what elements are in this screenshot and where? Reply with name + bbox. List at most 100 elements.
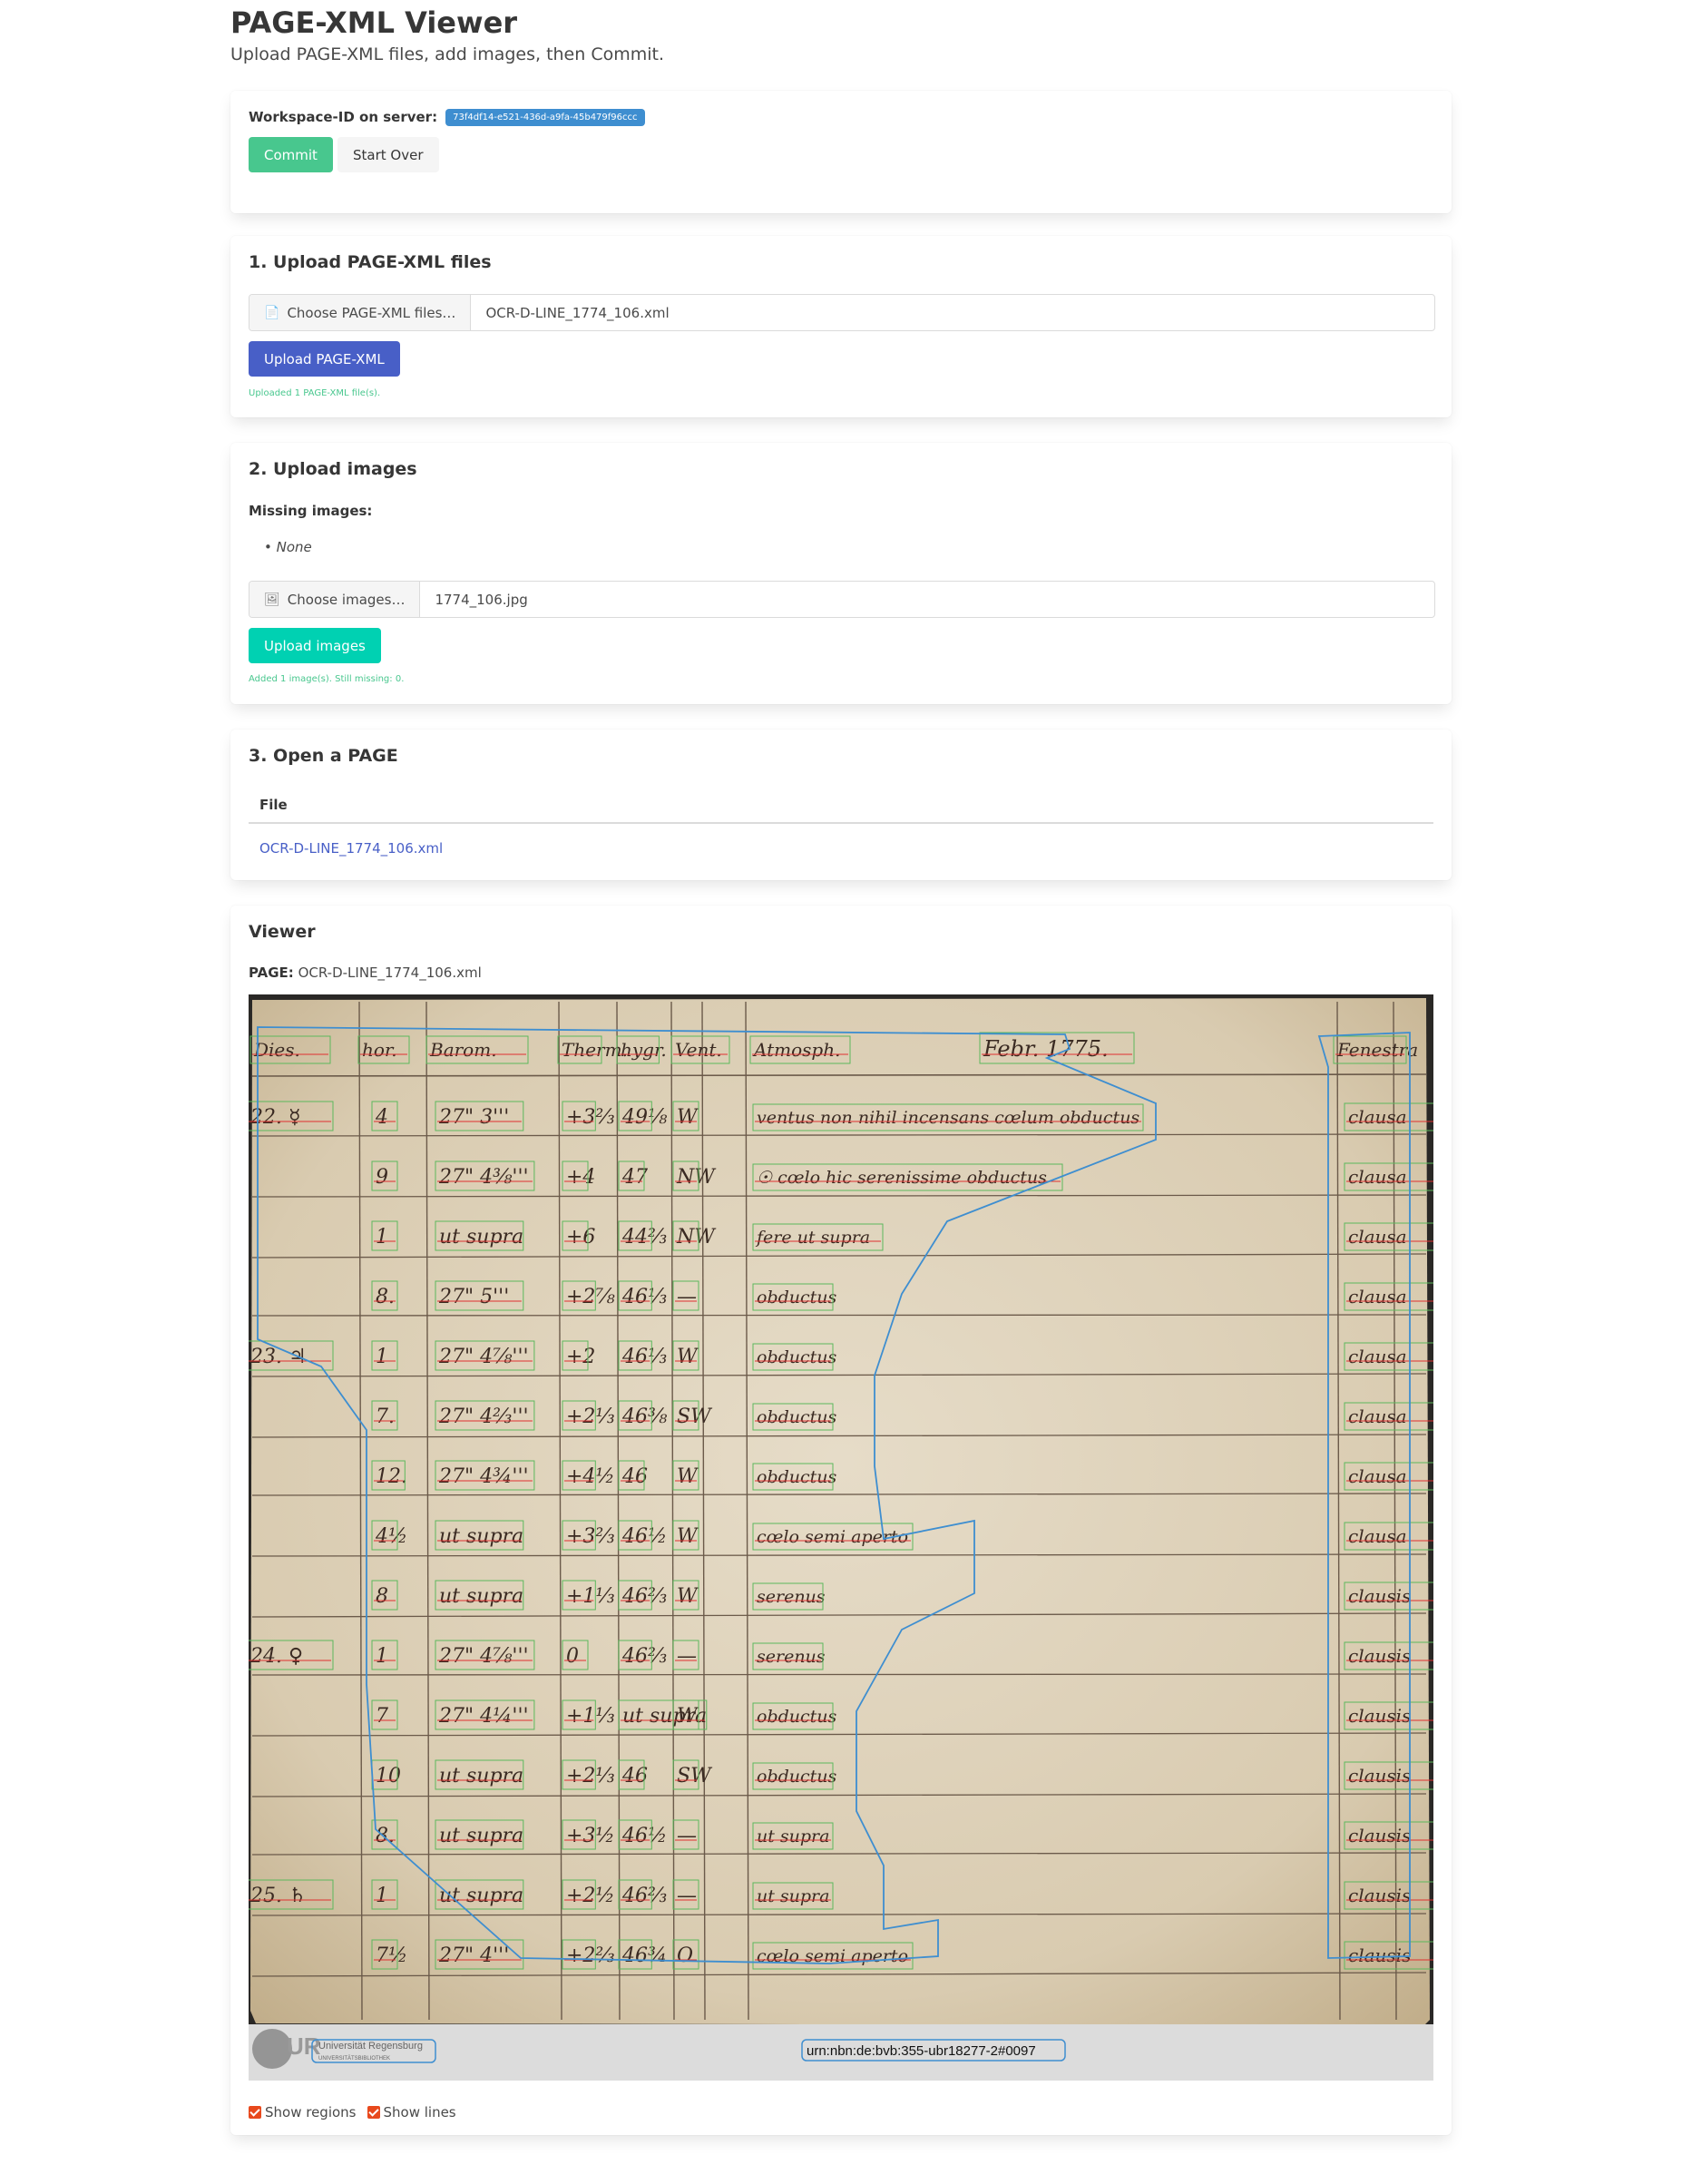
table-cell-atm: serenus: [757, 1647, 826, 1667]
files-table: File OCR-D-LINE_1774_106.xml: [249, 797, 1433, 873]
workspace-id-row: Workspace-ID on server: 73f4df14-e521-43…: [249, 108, 1433, 126]
table-cell-therm: 0: [566, 1645, 579, 1668]
table-cell-fenestra: clausis: [1348, 1825, 1411, 1846]
show-regions-checkbox[interactable]: [249, 2106, 261, 2119]
table-cell-hygr: 46½: [621, 1825, 667, 1847]
start-over-button[interactable]: Start Over: [337, 137, 439, 172]
table-row: OCR-D-LINE_1774_106.xml: [249, 823, 1433, 873]
table-cell-fenestra: clausis: [1348, 1645, 1411, 1667]
table-cell-hygr: 46½: [621, 1525, 667, 1548]
table-cell-fenestra: clausa: [1348, 1286, 1407, 1307]
table-cell-hygr: 46⅔: [621, 1585, 667, 1608]
table-cell-hor: 1: [376, 1226, 388, 1249]
table-cell-vent: W: [677, 1465, 699, 1488]
table-cell-hor: 1: [376, 1885, 388, 1907]
images-file-input[interactable]: 🖼 Choose images… 1774_106.jpg: [249, 581, 1435, 618]
upload-xml-title: 1. Upload PAGE-XML files: [249, 252, 492, 272]
xml-choose-button[interactable]: 📄 Choose PAGE-XML files…: [249, 295, 472, 330]
file-icon: 📄: [264, 305, 280, 320]
upload-images-button[interactable]: Upload images: [249, 628, 381, 663]
table-cell-hygr: 46⅔: [621, 1645, 667, 1668]
open-page-title: 3. Open a PAGE: [249, 746, 398, 766]
workspace-box: Workspace-ID on server: 73f4df14-e521-43…: [230, 91, 1452, 213]
table-cell-therm: +3½: [566, 1825, 615, 1847]
workspace-id-label: Workspace-ID on server:: [249, 109, 438, 125]
open-page-box: 3. Open a PAGE File OCR-D-LINE_1774_106.…: [230, 730, 1452, 880]
table-cell-therm: +3⅔: [566, 1106, 615, 1129]
table-cell-therm: +2⅓: [566, 1405, 615, 1428]
table-cell-hor: 1: [376, 1346, 388, 1368]
table-cell-hor: 9: [376, 1166, 388, 1189]
upload-xml-status: Uploaded 1 PAGE-XML file(s).: [249, 388, 381, 398]
overlay-toggles: Show regions Show lines: [249, 2104, 456, 2120]
show-regions-label[interactable]: Show regions: [265, 2104, 357, 2120]
file-link[interactable]: OCR-D-LINE_1774_106.xml: [249, 823, 1433, 873]
table-cell-day: 25. ♄: [249, 1885, 307, 1907]
table-cell-vent: O: [677, 1944, 693, 1967]
table-cell-bar: 27" 4¼''': [438, 1705, 529, 1728]
missing-images-label: Missing images:: [249, 503, 373, 519]
table-cell-bar: ut supra: [439, 1765, 523, 1787]
viewer-title: Viewer: [249, 922, 316, 942]
page-title: PAGE-XML Viewer: [230, 5, 518, 40]
table-cell-vent: NW: [676, 1166, 717, 1189]
table-cell-vent: SW: [677, 1765, 713, 1787]
images-choose-button[interactable]: 🖼 Choose images…: [249, 582, 421, 617]
upload-xml-box: 1. Upload PAGE-XML files 📄 Choose PAGE-X…: [230, 236, 1452, 417]
footer-urn: urn:nbn:de:bvb:355-ubr18277-2#0097: [807, 2043, 1036, 2059]
table-cell-fenestra: clausis: [1348, 1585, 1411, 1607]
table-cell-hor: 1: [376, 1645, 388, 1668]
show-lines-checkbox[interactable]: [367, 2106, 380, 2119]
table-cell-hor: 7½: [376, 1944, 407, 1967]
table-cell-bar: ut supra: [439, 1525, 523, 1548]
table-cell-fenestra: clausa: [1348, 1346, 1407, 1367]
page-image-viewer[interactable]: UR Universität Regensburg UNIVERSITÄTSBI…: [249, 994, 1433, 2081]
show-lines-label[interactable]: Show lines: [384, 2104, 456, 2120]
table-cell-atm: obductus: [757, 1707, 837, 1727]
table-cell-hygr: 46¾: [621, 1944, 667, 1967]
table-cell-bar: ut supra: [439, 1585, 523, 1608]
table-cell-atm: obductus: [757, 1767, 837, 1787]
header-cell: Therm.: [562, 1039, 628, 1061]
table-cell-hor: 4½: [375, 1525, 407, 1548]
xml-file-input[interactable]: 📄 Choose PAGE-XML files… OCR-D-LINE_1774…: [249, 294, 1435, 331]
upload-xml-button[interactable]: Upload PAGE-XML: [249, 341, 400, 377]
table-cell-atm: obductus: [757, 1407, 837, 1427]
commit-button[interactable]: Commit: [249, 137, 333, 172]
table-cell-bar: 27" 4⅞''': [438, 1346, 529, 1368]
table-cell-day: 24. ♀: [249, 1645, 303, 1668]
footer-logo-text: Universität Regensburg: [318, 2041, 423, 2052]
table-cell-hygr: 46⅓: [621, 1286, 667, 1308]
table-cell-atm: ventus non nihil incensans cœlum obductu…: [757, 1108, 1139, 1128]
table-cell-fenestra: clausa: [1348, 1405, 1407, 1427]
table-cell-therm: +2⅔: [566, 1944, 615, 1967]
missing-images-item-text: None: [276, 539, 312, 555]
table-cell-fenestra: clausa: [1348, 1525, 1407, 1547]
table-cell-therm: +4: [566, 1166, 595, 1189]
table-cell-atm: fere ut supra: [755, 1228, 870, 1248]
table-cell-vent: W: [677, 1585, 699, 1608]
table-cell-vent: —: [677, 1286, 697, 1308]
viewer-box: Viewer PAGE: OCR-D-LINE_1774_106.xml UR: [230, 906, 1452, 2135]
table-cell-bar: 27" 4¾''': [438, 1465, 529, 1488]
xml-choose-label: Choose PAGE-XML files…: [287, 304, 456, 321]
table-cell-bar: 27" 5''': [438, 1286, 509, 1308]
viewer-page-line: PAGE: OCR-D-LINE_1774_106.xml: [249, 965, 482, 981]
file-column-header: File: [249, 797, 1433, 824]
table-cell-therm: +3⅔: [566, 1525, 615, 1548]
table-cell-vent: W: [677, 1106, 699, 1129]
table-cell-therm: +2½: [566, 1885, 615, 1907]
table-cell-therm: +1⅓: [566, 1585, 615, 1608]
page-scan-svg: UR Universität Regensburg UNIVERSITÄTSBI…: [249, 994, 1433, 2081]
table-cell-hor: 8: [376, 1585, 388, 1608]
table-cell-hygr: 46⅜: [621, 1405, 668, 1428]
table-cell-fenestra: clausis: [1348, 1765, 1411, 1787]
table-cell-vent: W: [677, 1525, 699, 1548]
table-cell-vent: SW: [677, 1405, 713, 1428]
table-cell-bar: ut supra: [439, 1825, 523, 1847]
footer-logo-mark: UR: [287, 2032, 321, 2060]
upload-images-status: Added 1 image(s). Still missing: 0.: [249, 674, 405, 684]
table-cell-hor: 7: [376, 1705, 388, 1728]
header-cell: hygr.: [621, 1039, 667, 1061]
table-cell-bar: 27" 4''': [438, 1944, 509, 1967]
